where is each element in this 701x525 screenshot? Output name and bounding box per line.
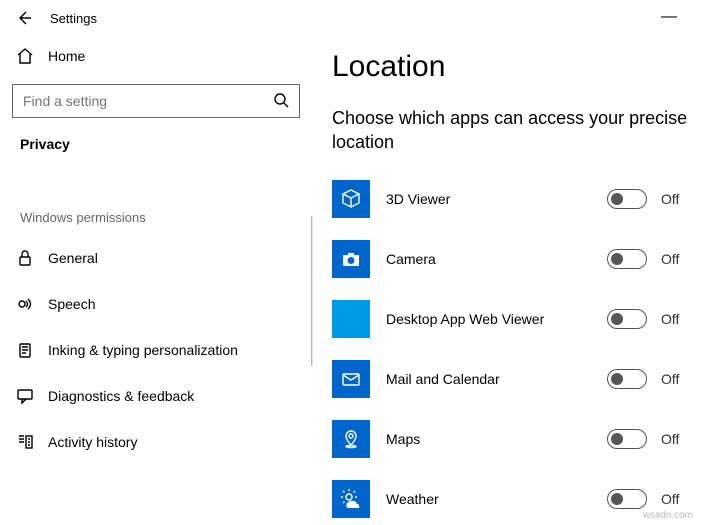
arrow-left-icon — [16, 10, 32, 26]
search-icon — [273, 92, 289, 111]
map-pin-icon — [340, 428, 362, 450]
sidebar-item-label: General — [48, 250, 98, 266]
toggle-state: Off — [661, 491, 701, 507]
toggle-state: Off — [661, 251, 701, 267]
feedback-icon — [16, 387, 34, 405]
app-tile — [332, 180, 370, 218]
app-name: Camera — [386, 251, 607, 267]
toggle-switch[interactable] — [607, 429, 647, 449]
titlebar: Settings — — [0, 0, 701, 36]
content-pane: Location Choose which apps can access yo… — [312, 36, 701, 525]
toggle-state: Off — [661, 431, 701, 447]
search-input[interactable] — [23, 93, 273, 109]
speech-icon — [16, 295, 34, 313]
app-name: Mail and Calendar — [386, 371, 607, 387]
clipboard-icon — [16, 341, 34, 359]
toggle-state: Off — [661, 371, 701, 387]
back-button[interactable] — [8, 2, 40, 34]
group-label: Windows permissions — [8, 210, 304, 235]
page-subtitle: Choose which apps can access your precis… — [332, 106, 701, 155]
sidebar-item-speech[interactable]: Speech — [8, 281, 304, 327]
active-section: Privacy — [8, 132, 304, 152]
app-name: Weather — [386, 491, 607, 507]
app-row-mail-calendar: Mail and Calendar Off — [332, 349, 701, 409]
toggle-state: Off — [661, 311, 701, 327]
sidebar-item-diagnostics[interactable]: Diagnostics & feedback — [8, 373, 304, 419]
toggle-switch[interactable] — [607, 489, 647, 509]
weather-icon — [340, 488, 362, 510]
app-tile — [332, 480, 370, 518]
lock-icon — [16, 249, 34, 267]
minimize-button[interactable]: — — [661, 8, 677, 26]
camera-icon — [340, 248, 362, 270]
app-row-maps: Maps Off — [332, 409, 701, 469]
sidebar-item-label: Inking & typing personalization — [48, 342, 238, 358]
scroll-indicator[interactable] — [311, 216, 313, 366]
home-icon — [16, 47, 34, 65]
window-title: Settings — [50, 11, 97, 26]
toggle-state: Off — [661, 191, 701, 207]
home-nav[interactable]: Home — [8, 36, 304, 76]
sidebar-item-label: Activity history — [48, 434, 137, 450]
app-row-desktop-web-viewer: Desktop App Web Viewer Off — [332, 289, 701, 349]
sidebar-item-activity[interactable]: Activity history — [8, 419, 304, 465]
toggle-switch[interactable] — [607, 369, 647, 389]
page-title: Location — [332, 50, 701, 84]
sidebar-item-label: Diagnostics & feedback — [48, 388, 194, 404]
toggle-switch[interactable] — [607, 249, 647, 269]
sidebar-item-inking[interactable]: Inking & typing personalization — [8, 327, 304, 373]
app-list: 3D Viewer Off Camera Off Desktop App Web… — [332, 169, 701, 525]
app-tile — [332, 240, 370, 278]
home-label: Home — [48, 48, 85, 64]
sidebar-item-general[interactable]: General — [8, 235, 304, 281]
app-name: 3D Viewer — [386, 191, 607, 207]
app-row-camera: Camera Off — [332, 229, 701, 289]
app-tile — [332, 360, 370, 398]
app-name: Maps — [386, 431, 607, 447]
watermark: wsxdn.com — [643, 510, 693, 521]
toggle-switch[interactable] — [607, 309, 647, 329]
cube-icon — [340, 188, 362, 210]
app-row-3d-viewer: 3D Viewer Off — [332, 169, 701, 229]
search-box[interactable] — [12, 84, 300, 118]
sidebar: Home Privacy Windows permissions General… — [0, 36, 312, 525]
app-name: Desktop App Web Viewer — [386, 311, 607, 327]
app-tile — [332, 300, 370, 338]
sidebar-item-label: Speech — [48, 296, 95, 312]
mail-icon — [340, 368, 362, 390]
history-icon — [16, 433, 34, 451]
toggle-switch[interactable] — [607, 189, 647, 209]
app-tile — [332, 420, 370, 458]
